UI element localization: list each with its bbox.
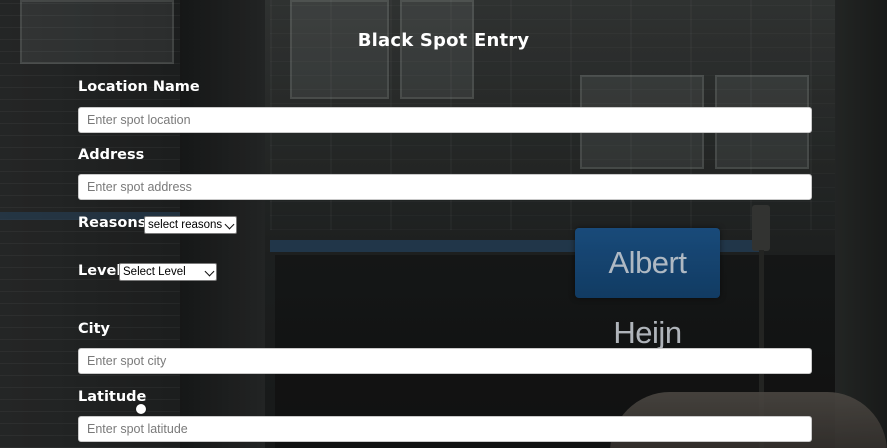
city-label: City — [78, 321, 110, 337]
mouse-cursor-icon — [136, 404, 146, 414]
address-input[interactable] — [78, 174, 812, 200]
city-input[interactable] — [78, 348, 812, 374]
page-title: Black Spot Entry — [357, 30, 530, 51]
address-label: Address — [78, 147, 145, 163]
location-name-input[interactable] — [78, 107, 812, 133]
location-name-label: Location Name — [78, 79, 200, 95]
level-label: Level — [78, 263, 122, 279]
latitude-label: Latitude — [78, 389, 147, 405]
reasons-select[interactable]: select reasons — [144, 216, 237, 234]
black-spot-form: Black Spot Entry Location Name Address R… — [0, 0, 887, 448]
chevron-down-icon — [204, 266, 215, 277]
latitude-input[interactable] — [78, 416, 812, 442]
reasons-label: Reasons — [78, 215, 147, 231]
level-select[interactable]: Select Level — [119, 263, 217, 281]
reasons-select-value: select reasons — [148, 219, 223, 231]
chevron-down-icon — [224, 219, 235, 230]
level-select-value: Select Level — [123, 266, 186, 278]
